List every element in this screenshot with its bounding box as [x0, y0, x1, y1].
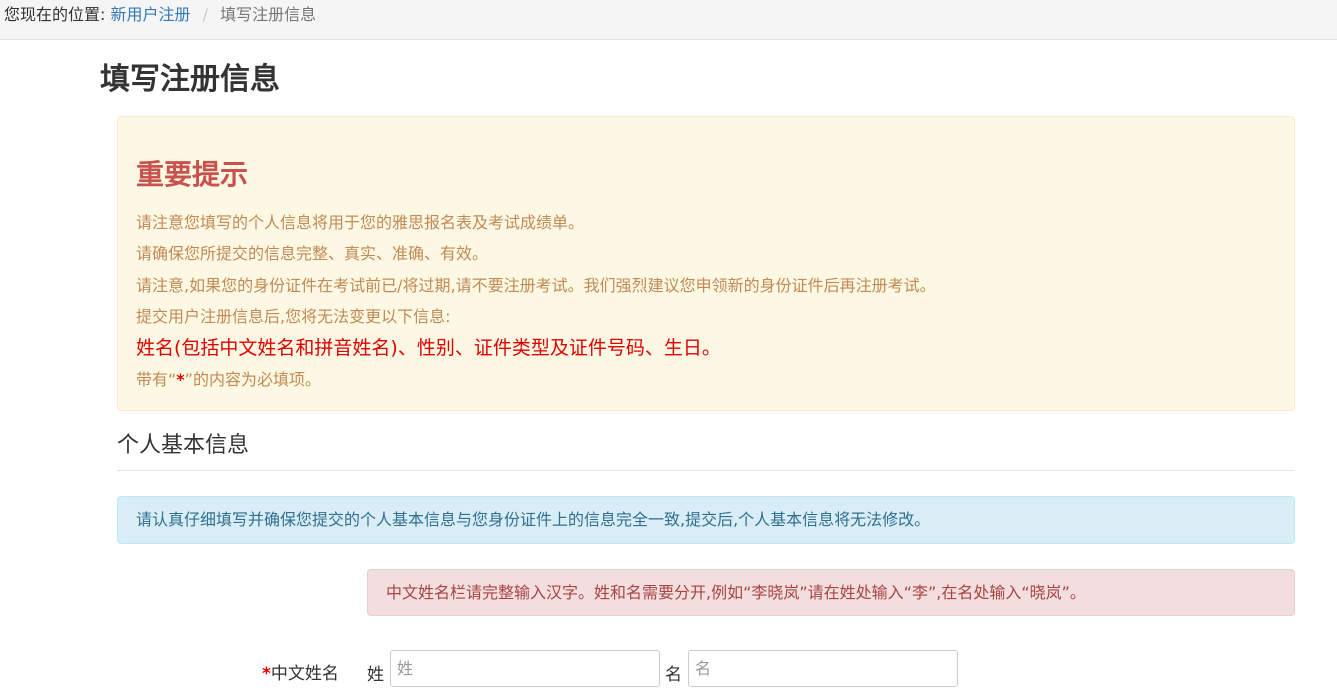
given-name-input[interactable]: [688, 650, 958, 687]
breadcrumb-separator: /: [202, 5, 208, 24]
surname-input[interactable]: [390, 650, 660, 687]
breadcrumb-link-new-user-registration[interactable]: 新用户注册: [111, 5, 191, 24]
section-divider: [117, 470, 1295, 471]
breadcrumb-prefix: 您现在的位置:: [4, 5, 106, 24]
important-notice: 重要提示 请注意您填写的个人信息将用于您的雅思报名表及考试成绩单。 请确保您所提…: [117, 116, 1295, 411]
notice-line-1: 请注意您填写的个人信息将用于您的雅思报名表及考试成绩单。: [136, 213, 585, 232]
chinese-name-label-text: 中文姓名: [270, 664, 339, 684]
required-star-icon: *: [176, 370, 185, 389]
notice-line-required-hint: 带有“*”的内容为必填项。: [136, 369, 321, 391]
page-title: 填写注册信息: [100, 62, 280, 97]
notice-line-2: 请确保您所提交的信息完整、真实、准确、有效。: [136, 244, 489, 263]
notice-line-locked-fields: 姓名(包括中文姓名和拼音姓名)、性别、证件类型及证件号码、生日。: [136, 337, 721, 359]
required-star-icon: *: [262, 664, 271, 684]
surname-label: 姓: [367, 665, 384, 685]
info-alert: 请认真仔细填写并确保您提交的个人基本信息与您身份证件上的信息完全一致,提交后,个…: [117, 496, 1295, 544]
breadcrumb-current: 填写注册信息: [220, 5, 317, 24]
notice-title: 重要提示: [136, 158, 249, 191]
name-format-alert: 中文姓名栏请完整输入汉字。姓和名需要分开,例如“李晓岚”请在姓处输入“李”,在名…: [367, 569, 1295, 616]
notice-line-4: 提交用户注册信息后,您将无法变更以下信息:: [136, 307, 451, 326]
section-title-personal-info: 个人基本信息: [117, 433, 250, 458]
chinese-name-label: *中文姓名: [262, 660, 339, 688]
required-hint-suffix: ”的内容为必填项。: [184, 370, 321, 389]
given-name-label: 名: [665, 665, 682, 685]
required-hint-prefix: 带有“: [136, 370, 177, 389]
notice-line-3: 请注意,如果您的身份证件在考试前已/将过期,请不要注册考试。我们强烈建议您申领新…: [136, 276, 936, 295]
breadcrumb: 您现在的位置: 新用户注册 / 填写注册信息: [0, 0, 1337, 40]
